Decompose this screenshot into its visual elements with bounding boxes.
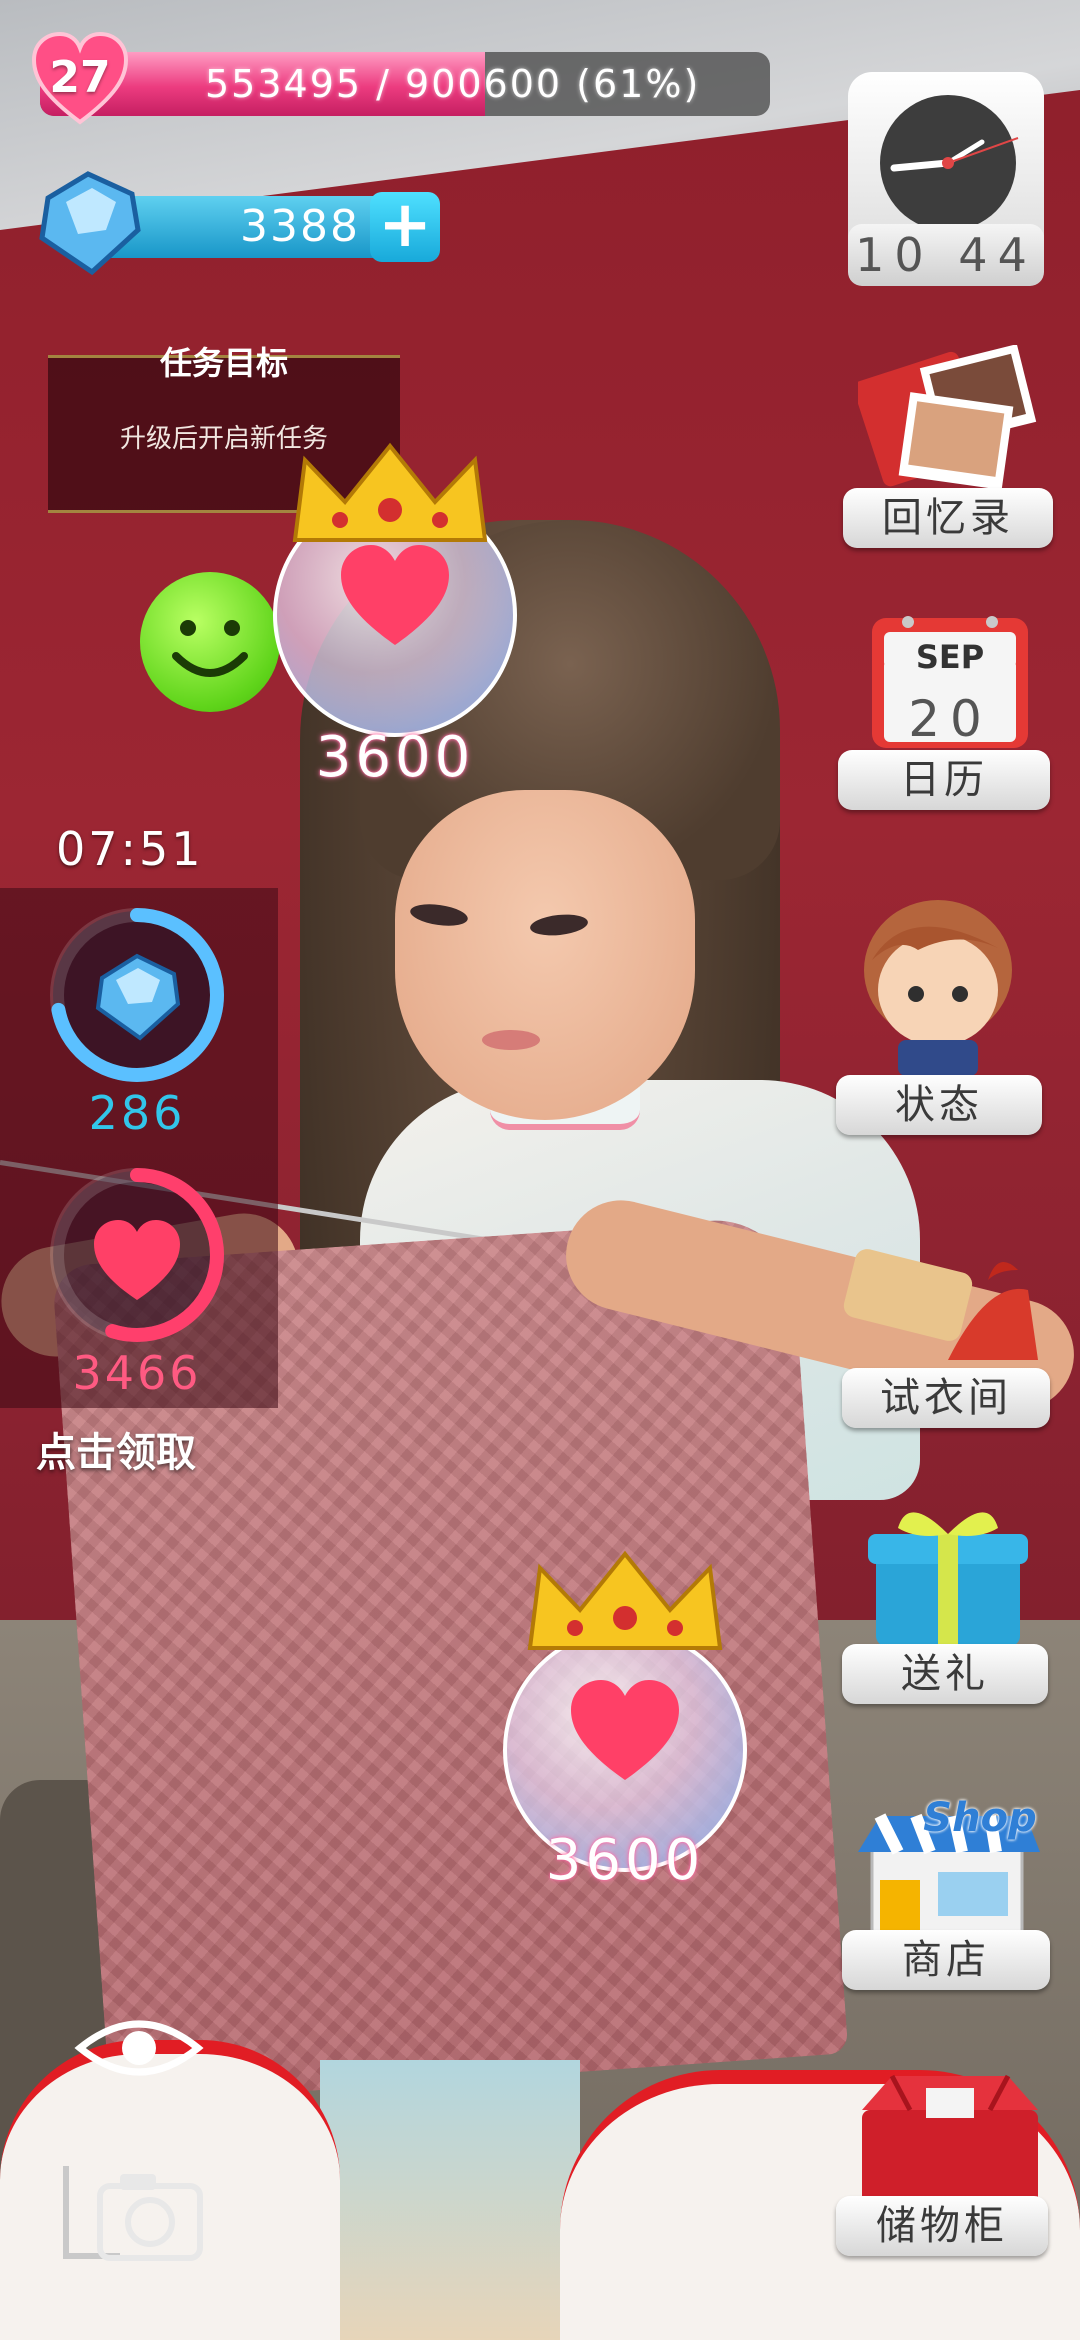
diamond-icon [39, 171, 141, 276]
heart-collect-amount: 3466 [72, 1346, 202, 1400]
collect-timer: 07:51 [56, 822, 204, 876]
claim-button[interactable]: 点击领取 [36, 1420, 196, 1478]
character-face[interactable] [395, 790, 695, 1120]
gem-collect-ring[interactable] [42, 900, 232, 1090]
level-number: 27 [49, 52, 111, 103]
shoe-bag-icon [843, 1249, 1038, 1360]
crown-icon [292, 442, 488, 542]
gem-collect-amount: 286 [88, 1086, 186, 1140]
gem-count: 3388 [240, 201, 360, 252]
camera-icon[interactable] [60, 2156, 210, 2276]
crown-icon [527, 1550, 723, 1650]
bubble-1-value: 3600 [315, 725, 475, 790]
shop-sign: Shop [923, 1795, 1037, 1841]
heart-collect-ring[interactable] [42, 1160, 232, 1350]
view-toggle-eye-icon[interactable] [74, 2008, 204, 2088]
quest-title: 任务目标 [159, 344, 288, 382]
shop-button[interactable]: 商店 [842, 1930, 1050, 1990]
locker-box-icon [862, 2074, 1038, 2206]
gift-box-icon [868, 1512, 1028, 1646]
exp-text: 553495 / 900600 (61%) [205, 62, 701, 106]
character-skirt-pattern [320, 2060, 580, 2340]
clock-time: 10 44 [848, 224, 1044, 286]
gift-button[interactable]: 送礼 [842, 1644, 1048, 1704]
locker-button[interactable]: 储物柜 [836, 2196, 1048, 2256]
chibi-avatar-icon [864, 900, 1012, 1076]
calendar-button[interactable]: 日历 [838, 750, 1050, 810]
fitting-room-button[interactable]: 试衣间 [842, 1368, 1050, 1428]
status-button[interactable]: 状态 [836, 1075, 1042, 1135]
calendar-month: SEP [915, 638, 985, 676]
photo-album-icon [858, 345, 1037, 490]
add-gems-button[interactable]: + [370, 192, 440, 262]
memories-button[interactable]: 回忆录 [843, 488, 1053, 548]
bubble-2-value: 3600 [545, 1828, 705, 1893]
character-lips [482, 1030, 540, 1050]
calendar-day: 20 [908, 690, 992, 748]
clock-icon [880, 95, 1019, 231]
